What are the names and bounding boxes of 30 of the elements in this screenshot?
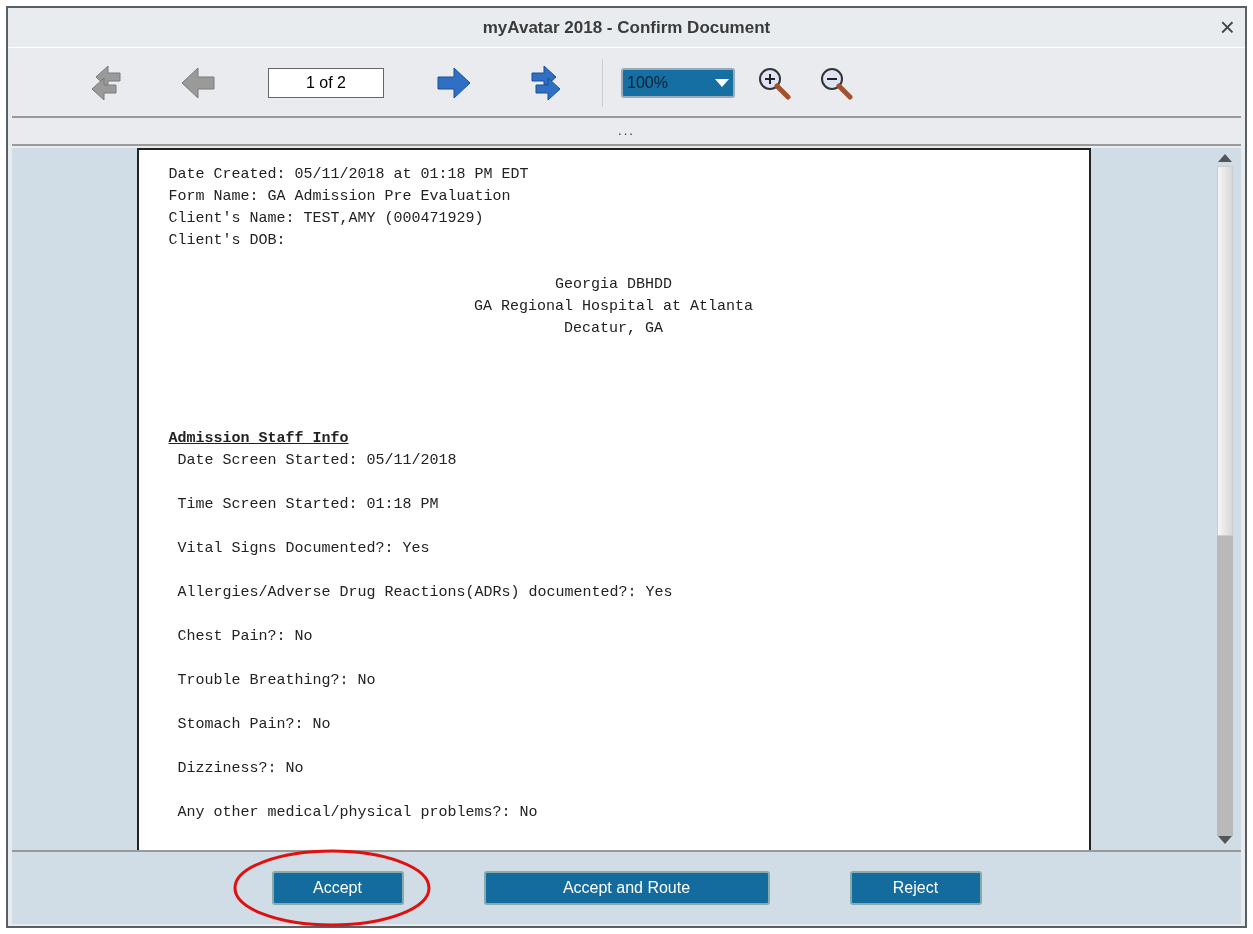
action-button[interactable]: Accept bbox=[271, 871, 404, 905]
document-field: Vital Signs Documented?: Yes bbox=[168, 538, 1089, 560]
caret-icon bbox=[715, 79, 729, 87]
document-field: Any other medical/physical problems?: No bbox=[168, 802, 1089, 824]
document-field: Dizziness?: No bbox=[168, 758, 1089, 780]
page-field[interactable]: 1 of 2 bbox=[268, 68, 384, 98]
document-field: Date Screen Started: 05/11/2018 bbox=[168, 450, 1089, 472]
document-text: Client's DOB: bbox=[168, 231, 287, 251]
document-text: Client's Name: TEST,AMY (000471929) bbox=[168, 209, 485, 229]
zoom-dropdown[interactable]: 100% bbox=[621, 68, 735, 98]
document-heading: Decatur, GA bbox=[563, 319, 664, 339]
zoom-out-icon[interactable] bbox=[819, 66, 853, 100]
document-heading: Georgia DBHDD bbox=[554, 275, 673, 295]
scroll-up-icon[interactable] bbox=[1218, 152, 1232, 162]
scroll-thumb[interactable] bbox=[1217, 166, 1233, 536]
document-heading: GA Regional Hospital at Atlanta bbox=[472, 297, 754, 317]
action-button[interactable]: Accept and Route bbox=[483, 871, 770, 905]
close-button[interactable]: × bbox=[1219, 12, 1235, 42]
splitter-handle[interactable]: ... bbox=[618, 121, 635, 141]
document-field: Time Screen Started: 01:18 PM bbox=[168, 494, 1089, 516]
document-field: Allergies/Adverse Drug Reactions(ADRs) documented?: Yes bbox=[168, 582, 1089, 604]
document-field: Chest Pain?: No bbox=[168, 626, 1089, 648]
zoom-in-icon[interactable] bbox=[757, 66, 791, 100]
section-heading: Admission Staff Info bbox=[168, 429, 350, 449]
action-button[interactable]: Reject bbox=[849, 871, 982, 905]
document-field: Stomach Pain?: No bbox=[168, 714, 1089, 736]
document-field: Trouble Breathing?: No bbox=[168, 670, 1089, 692]
document-text: Date Created: 05/11/2018 at 01:18 PM EDT bbox=[168, 165, 530, 185]
document-text: Form Name: GA Admission Pre Evaluation bbox=[168, 187, 512, 207]
window-title: myAvatar 2018 - Confirm Document bbox=[482, 16, 771, 39]
